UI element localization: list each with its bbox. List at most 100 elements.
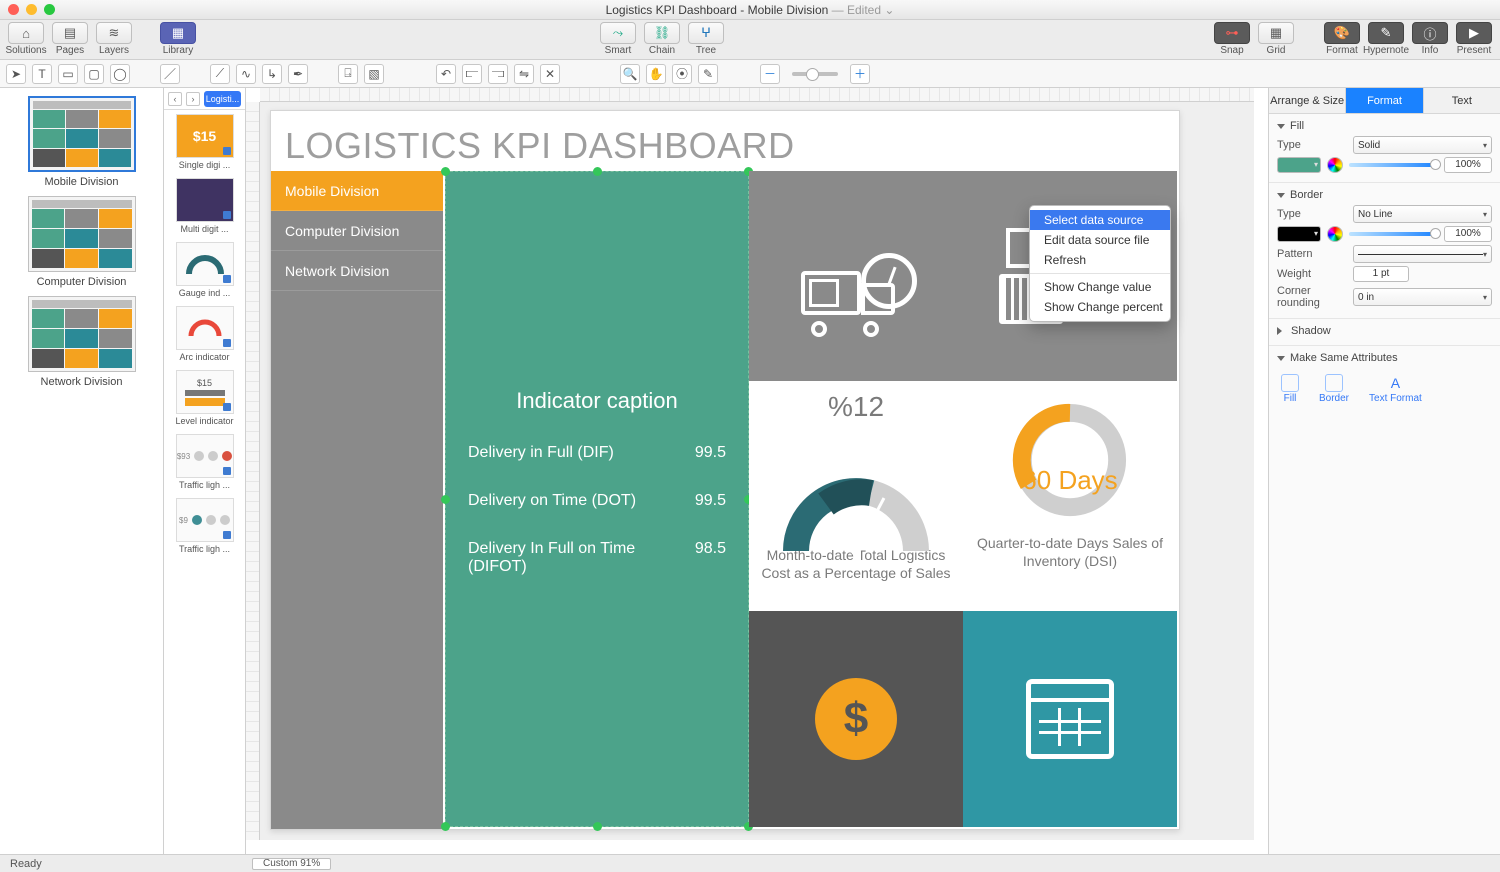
present-button[interactable]: ▶Present xyxy=(1454,22,1494,56)
selection-handle[interactable] xyxy=(593,167,602,176)
menu-item-edit-data-source[interactable]: Edit data source file xyxy=(1030,230,1170,250)
section-header[interactable]: Fill xyxy=(1277,120,1492,132)
pattern-select[interactable]: ▾ xyxy=(1353,245,1492,263)
nav-item[interactable]: Mobile Division xyxy=(271,171,443,211)
arc-tool[interactable]: ⟋ xyxy=(210,64,230,84)
roundrect-tool[interactable]: ▢ xyxy=(84,64,104,84)
selection-handle[interactable] xyxy=(593,822,602,831)
rotate-left-tool[interactable]: ↶ xyxy=(436,64,456,84)
snap-button[interactable]: ⊶Snap xyxy=(1212,22,1252,56)
zoom-out-tool[interactable]: － xyxy=(760,64,780,84)
hypernote-button[interactable]: ✎Hypernote xyxy=(1366,22,1406,56)
spline-tool[interactable]: ∿ xyxy=(236,64,256,84)
tile-gauge-cost[interactable]: %12 Month-to-date Total Logistics Cost a… xyxy=(749,381,963,611)
library-item[interactable]: $15Single digi ... xyxy=(166,114,243,170)
library-item[interactable]: Arc indicator xyxy=(166,306,243,362)
lib-back-button[interactable]: ‹ xyxy=(168,92,182,106)
connector-tool[interactable]: ↳ xyxy=(262,64,282,84)
border-opacity-slider[interactable] xyxy=(1349,232,1438,236)
make-same-fill[interactable]: Fill xyxy=(1281,374,1299,404)
pages-button[interactable]: ▤Pages xyxy=(50,22,90,56)
page-thumb-2[interactable]: Computer Division xyxy=(4,196,159,288)
library-item[interactable]: $15Level indicator xyxy=(166,370,243,426)
tile-coin[interactable]: $ xyxy=(749,611,963,827)
section-header[interactable]: Shadow xyxy=(1277,325,1492,337)
actual-size-tool[interactable]: ⦿ xyxy=(672,64,692,84)
selection-handle[interactable] xyxy=(441,167,450,176)
library-item[interactable]: Gauge ind ... xyxy=(166,242,243,298)
fill-type-select[interactable]: Solid▾ xyxy=(1353,136,1492,154)
rect-tool[interactable]: ▭ xyxy=(58,64,78,84)
library-item[interactable]: $93Traffic ligh ... xyxy=(166,434,243,490)
eyedropper-tool[interactable]: ✎ xyxy=(698,64,718,84)
tree-connector-button[interactable]: ⵖTree xyxy=(686,22,726,56)
zoom-indicator[interactable]: Custom 91% xyxy=(252,858,331,870)
tile-truck[interactable] xyxy=(749,171,963,381)
pen-tool[interactable]: ✒ xyxy=(288,64,308,84)
solutions-button[interactable]: ⌂Solutions xyxy=(6,22,46,56)
zoom-in-tool[interactable]: ＋ xyxy=(850,64,870,84)
zoom-slider[interactable] xyxy=(792,72,838,76)
border-color-swatch[interactable]: ▾ xyxy=(1277,226,1321,242)
make-same-border[interactable]: Border xyxy=(1319,374,1349,404)
selection-handle[interactable] xyxy=(441,822,450,831)
color-wheel-button[interactable] xyxy=(1327,226,1343,242)
library-item[interactable]: Multi digit ... xyxy=(166,178,243,234)
selection-handle[interactable] xyxy=(441,495,450,504)
flip-tool[interactable]: ⇋ xyxy=(514,64,534,84)
menu-item-show-change-percent[interactable]: Show Change percent xyxy=(1030,297,1170,317)
library-item[interactable]: $9Traffic ligh ... xyxy=(166,498,243,554)
format-button[interactable]: 🎨Format xyxy=(1322,22,1362,56)
distribute-tool[interactable]: ⫎ xyxy=(488,64,508,84)
lock-tool[interactable]: ✕ xyxy=(540,64,560,84)
corner-select[interactable]: 0 in▾ xyxy=(1353,288,1492,306)
border-type-select[interactable]: No Line▾ xyxy=(1353,205,1492,223)
library-button[interactable]: ▦Library xyxy=(158,22,198,56)
pages-pane: Mobile Division Computer Division Networ… xyxy=(0,88,164,854)
lib-fwd-button[interactable]: › xyxy=(186,92,200,106)
home-icon: ⌂ xyxy=(22,26,30,41)
menu-item-refresh[interactable]: Refresh xyxy=(1030,250,1170,270)
fill-color-swatch[interactable]: ▾ xyxy=(1277,157,1321,173)
menu-item-select-data-source[interactable]: Select data source xyxy=(1030,210,1170,230)
pan-tool[interactable]: ✋ xyxy=(646,64,666,84)
layers-button[interactable]: ≋Layers xyxy=(94,22,134,56)
stamp-tool[interactable]: ⍈ xyxy=(338,64,358,84)
grid-button[interactable]: ▦Grid xyxy=(1256,22,1296,56)
section-header[interactable]: Border xyxy=(1277,189,1492,201)
page-thumb-1[interactable]: Mobile Division xyxy=(4,96,159,188)
ellipse-tool[interactable]: ◯ xyxy=(110,64,130,84)
fill-opacity-slider[interactable] xyxy=(1349,163,1438,167)
section-header[interactable]: Make Same Attributes xyxy=(1277,352,1492,364)
tab-arrange[interactable]: Arrange & Size xyxy=(1269,88,1346,113)
nav-item[interactable]: Computer Division xyxy=(271,211,443,251)
pointer-tool[interactable]: ➤ xyxy=(6,64,26,84)
tab-format[interactable]: Format xyxy=(1346,88,1423,113)
border-opacity-value[interactable]: 100% xyxy=(1444,226,1492,242)
snap-icon: ⊶ xyxy=(1226,25,1239,41)
smart-connector-button[interactable]: ⤳Smart xyxy=(598,22,638,56)
tab-text[interactable]: Text xyxy=(1424,88,1500,113)
fill-tool[interactable]: ▧ xyxy=(364,64,384,84)
align-tool[interactable]: ⫍ xyxy=(462,64,482,84)
weight-input[interactable]: 1 pt xyxy=(1353,266,1409,282)
ruler-vertical[interactable] xyxy=(246,102,260,840)
tile-calendar[interactable] xyxy=(963,611,1177,827)
text-tool[interactable]: T xyxy=(32,64,52,84)
toolbar-group-connectors: ⤳Smart ⛓Chain ⵖTree xyxy=(598,22,726,56)
menu-item-show-change-value[interactable]: Show Change value xyxy=(1030,277,1170,297)
line-tool[interactable]: ／ xyxy=(160,64,180,84)
tile-gauge-dsi[interactable]: 60 Days Quarter-to-date Days Sales of In… xyxy=(963,381,1177,611)
info-button[interactable]: ⓘInfo xyxy=(1410,22,1450,56)
library-selector[interactable]: Logisti... xyxy=(204,91,241,107)
nav-item[interactable]: Network Division xyxy=(271,251,443,291)
ruler-horizontal[interactable] xyxy=(260,88,1254,102)
make-same-text[interactable]: AText Format xyxy=(1369,374,1422,404)
page-thumb-3[interactable]: Network Division xyxy=(4,296,159,388)
fill-opacity-value[interactable]: 100% xyxy=(1444,157,1492,173)
zoom-fit-tool[interactable]: 🔍 xyxy=(620,64,640,84)
indicator-panel-selected[interactable]: Indicator caption Delivery in Full (DIF)… xyxy=(445,171,749,827)
chain-connector-button[interactable]: ⛓Chain xyxy=(642,22,682,56)
color-wheel-button[interactable] xyxy=(1327,157,1343,173)
window-titlebar: Logistics KPI Dashboard - Mobile Divisio… xyxy=(0,0,1500,20)
